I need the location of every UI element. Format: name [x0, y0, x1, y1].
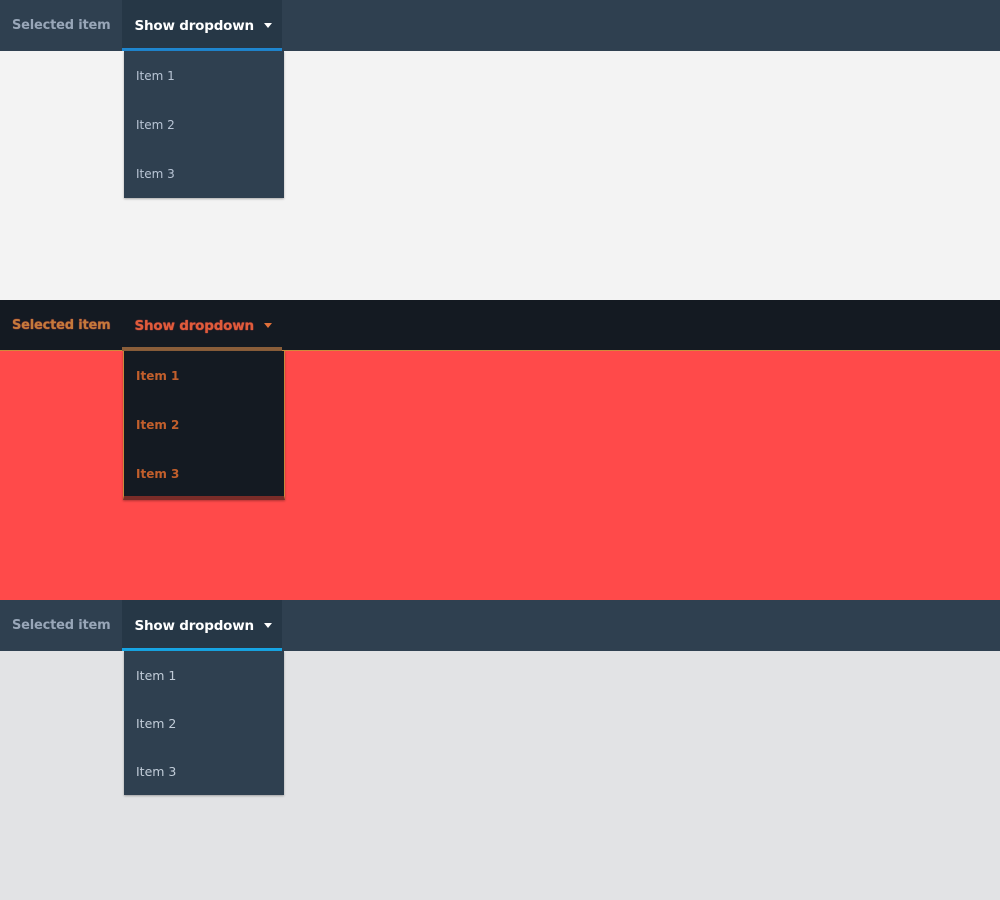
- show-dropdown-label: Show dropdown: [134, 317, 254, 334]
- caret-down-icon: [263, 323, 272, 328]
- show-dropdown-label: Show dropdown: [134, 17, 254, 34]
- dropdown-item-2[interactable]: Item 2: [124, 100, 284, 149]
- dropdown-menu: Item 1 Item 2 Item 3: [123, 351, 285, 500]
- nav-selected-item[interactable]: Selected item: [0, 0, 122, 51]
- caret-down-icon: [263, 23, 272, 28]
- dropdown-demo-light: Selected item Show dropdown Item 1 Item …: [0, 0, 1000, 300]
- dropdown-item-3[interactable]: Item 3: [124, 149, 284, 198]
- dropdown-menu: Item 1 Item 2 Item 3: [124, 51, 284, 198]
- nav-selected-item[interactable]: Selected item: [0, 300, 122, 351]
- caret-down-icon: [263, 623, 272, 628]
- dropdown-item-1[interactable]: Item 1: [124, 351, 284, 400]
- navbar: Selected item Show dropdown: [0, 300, 1000, 351]
- nav-selected-item[interactable]: Selected item: [0, 600, 122, 651]
- navbar: Selected item Show dropdown: [0, 0, 1000, 51]
- dropdown-item-2[interactable]: Item 2: [124, 699, 284, 747]
- show-dropdown-button[interactable]: Show dropdown: [122, 300, 283, 351]
- dropdown-demo-diff: Selected item Show dropdown Item 1 Item …: [0, 300, 1000, 600]
- dropdown-item-1[interactable]: Item 1: [124, 651, 284, 699]
- dropdown-menu: Item 1 Item 2 Item 3: [124, 651, 284, 795]
- show-dropdown-label: Show dropdown: [134, 617, 254, 634]
- dropdown-item-3[interactable]: Item 3: [124, 449, 284, 498]
- dropdown-item-1[interactable]: Item 1: [124, 51, 284, 100]
- show-dropdown-button[interactable]: Show dropdown: [122, 0, 283, 51]
- dropdown-demo-grey: Selected item Show dropdown Item 1 Item …: [0, 600, 1000, 900]
- dropdown-item-3[interactable]: Item 3: [124, 747, 284, 795]
- show-dropdown-button[interactable]: Show dropdown: [122, 600, 283, 651]
- dropdown-item-2[interactable]: Item 2: [124, 400, 284, 449]
- navbar: Selected item Show dropdown: [0, 600, 1000, 651]
